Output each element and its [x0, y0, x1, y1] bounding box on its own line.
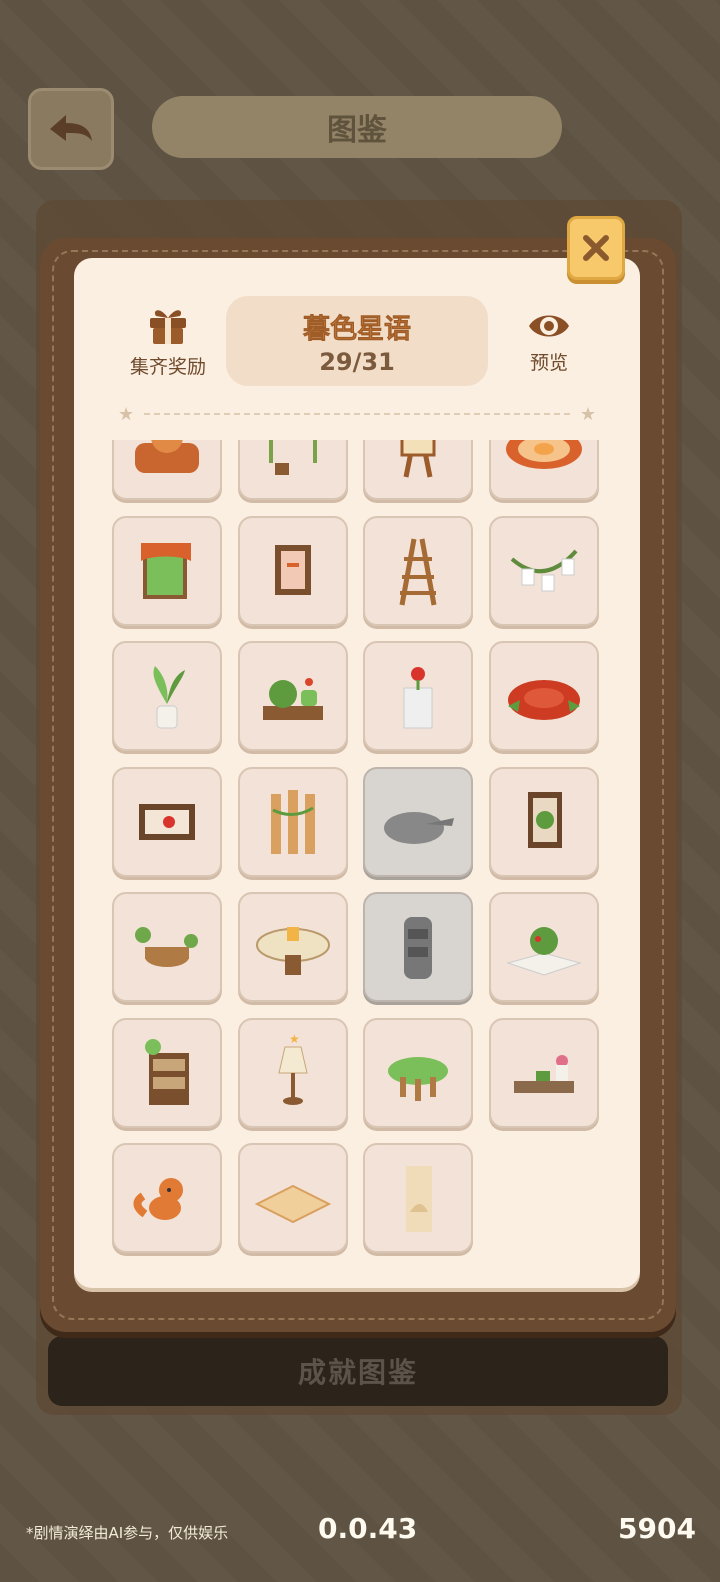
achievement-collection-tab[interactable]: 成就图鉴	[48, 1336, 668, 1406]
collection-item[interactable]	[488, 766, 599, 877]
set-name: 暮色星语	[303, 313, 412, 345]
back-arrow-icon	[50, 115, 92, 141]
collection-grid-scroll[interactable]: ★	[108, 440, 608, 1272]
bookshelf-icon	[145, 1038, 189, 1105]
plant-shelf-icon	[513, 1054, 574, 1093]
close-icon	[583, 235, 609, 261]
set-reward-button[interactable]: 集齐奖励	[118, 300, 218, 382]
rose-rug-icon	[507, 680, 580, 720]
ai-disclaimer: *剧情演绎由AI参与，仅供娱乐	[26, 1524, 229, 1542]
collection-item[interactable]: ★	[237, 1017, 348, 1128]
wooden-ladder-shelf-icon	[399, 538, 437, 605]
preview-button[interactable]: 预览	[512, 308, 586, 382]
version-label: 0.0.43	[318, 1512, 418, 1545]
collection-item[interactable]	[237, 1143, 348, 1253]
star-icon: ★	[579, 404, 596, 425]
collection-item[interactable]	[363, 766, 473, 877]
collection-item[interactable]	[488, 641, 599, 751]
painting-easel-icon	[400, 440, 436, 478]
header-divider: ★ ★	[118, 404, 596, 425]
collection-grid: ★	[112, 440, 599, 1253]
collection-item[interactable]	[488, 440, 599, 500]
fox-figure-icon	[133, 1178, 183, 1220]
card-garland-icon	[510, 549, 577, 591]
player-id-label: 5904	[618, 1512, 696, 1545]
collection-item[interactable]	[363, 1143, 473, 1253]
collection-item[interactable]	[237, 440, 348, 500]
collection-item[interactable]	[363, 515, 473, 626]
collection-item[interactable]	[237, 766, 348, 877]
collection-item[interactable]	[112, 641, 222, 751]
lantern-table-icon	[255, 927, 330, 975]
collection-item[interactable]	[112, 892, 222, 1002]
vine-window-icon	[141, 542, 191, 599]
leaf-painting-icon	[527, 791, 562, 848]
collection-item[interactable]	[363, 1017, 473, 1128]
collection-item[interactable]	[488, 892, 599, 1002]
set-progress: 29/31	[319, 347, 395, 376]
collection-item[interactable]	[363, 641, 473, 751]
reward-label: 集齐奖励	[129, 356, 206, 378]
collection-item[interactable]	[488, 1017, 599, 1128]
eye-icon	[529, 315, 569, 337]
collection-item[interactable]	[112, 1143, 222, 1253]
photo-swing-icon	[268, 440, 317, 475]
back-button[interactable]	[28, 88, 114, 170]
tree-bookshelf-icon	[404, 917, 432, 979]
set-title-box: 暮色星语 29/31	[226, 296, 488, 386]
pop-up-book-icon	[505, 927, 582, 976]
page-title: 图鉴	[152, 96, 562, 158]
collection-item[interactable]	[112, 1017, 222, 1128]
puddle-rug-icon	[384, 811, 454, 844]
collection-item[interactable]	[237, 892, 348, 1002]
collection-item[interactable]	[363, 440, 473, 500]
collection-item[interactable]	[112, 515, 222, 626]
leaf-stool-icon	[388, 1056, 448, 1101]
rose-vase-stand-icon	[403, 667, 433, 729]
collection-item[interactable]	[237, 641, 348, 751]
close-button[interactable]	[567, 216, 625, 280]
gift-icon	[150, 310, 186, 344]
potted-plant-icon	[153, 666, 185, 729]
rose-painting-icon	[139, 803, 195, 840]
svg-text:★: ★	[289, 1032, 300, 1046]
collection-item[interactable]	[112, 440, 222, 500]
collection-item[interactable]	[363, 892, 473, 1002]
flower-rug-icon	[505, 440, 582, 469]
planter-bench-icon	[262, 678, 323, 720]
star-lamp-icon: ★	[277, 1032, 308, 1105]
wood-floor-icon	[254, 1184, 331, 1224]
vine-fence-icon	[270, 789, 315, 854]
fox-curtain-icon	[406, 1166, 432, 1232]
star-icon: ★	[118, 404, 135, 425]
picture-frame-icon	[274, 544, 311, 595]
fox-sofa-icon	[135, 440, 199, 473]
collection-item[interactable]	[488, 515, 599, 626]
collection-item[interactable]	[112, 766, 222, 877]
preview-label: 预览	[529, 352, 568, 374]
collection-item[interactable]	[237, 515, 348, 626]
stump-table-icon	[135, 927, 198, 967]
